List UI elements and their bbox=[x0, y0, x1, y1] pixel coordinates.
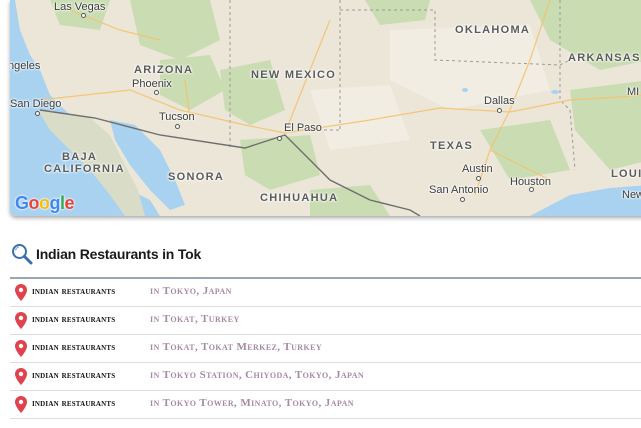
region-label-arizona: ARIZONA bbox=[134, 64, 194, 76]
result-location: in Tokyo, Japan bbox=[150, 285, 232, 297]
map-pin-icon bbox=[15, 312, 27, 329]
result-location: in Tokyo Station, Chiyoda, Tokyo, Japan bbox=[150, 369, 365, 381]
result-location: in Tokat, Tokat Merkez, Turkey bbox=[150, 341, 323, 353]
result-location: in Tokyo Tower, Minato, Tokyo, Japan bbox=[150, 397, 354, 409]
result-name: Indian Restaurants bbox=[32, 286, 116, 297]
search-bar[interactable]: Indian Restaurants in Tok bbox=[10, 240, 641, 270]
result-item[interactable]: Indian Restaurants in Tokyo, Japan bbox=[10, 279, 641, 307]
map-view[interactable]: Las Vegas ngeles San Diego Phoenix Tucso… bbox=[10, 0, 641, 216]
city-label-san-diego: San Diego bbox=[10, 98, 62, 110]
city-dot-tucson bbox=[175, 124, 180, 129]
search-icon[interactable] bbox=[10, 242, 34, 266]
city-dot-san-diego bbox=[35, 111, 40, 116]
result-location: in Tokat, Turkey bbox=[150, 313, 240, 325]
city-label-el-paso: El Paso bbox=[284, 122, 322, 134]
result-name: Indian Restaurants bbox=[32, 370, 116, 381]
region-label-louisiana: LOUISIAN bbox=[611, 168, 641, 180]
city-label-phoenix: Phoenix bbox=[132, 78, 172, 90]
map-pin-icon bbox=[15, 284, 27, 301]
city-label-houston: Houston bbox=[510, 176, 551, 188]
result-item[interactable]: Indian Restaurants in Tokyo Tower, Minat… bbox=[10, 391, 641, 419]
city-label-san-antonio: San Antonio bbox=[429, 184, 489, 196]
result-name: Indian Restaurants bbox=[32, 314, 116, 325]
result-item[interactable]: Indian Restaurants in Tokat, Tokat Merke… bbox=[10, 335, 641, 363]
region-label-baja: BAJA bbox=[62, 151, 98, 163]
map-pin-icon bbox=[15, 396, 27, 413]
city-dot-san-antonio bbox=[460, 197, 465, 202]
city-label-mi: MI bbox=[627, 86, 640, 98]
city-label-tucson: Tucson bbox=[159, 111, 195, 123]
city-label-new-orleans: New bbox=[622, 189, 641, 201]
city-label-dallas: Dallas bbox=[484, 95, 515, 107]
map-pin-icon bbox=[15, 340, 27, 357]
result-name: Indian Restaurants bbox=[32, 342, 116, 353]
city-label-austin: Austin bbox=[462, 163, 493, 175]
city-dot-el-paso bbox=[277, 136, 282, 141]
city-label-los-angeles: ngeles bbox=[10, 60, 41, 72]
region-label-texas: TEXAS bbox=[430, 140, 474, 152]
region-label-arkansas: ARKANSAS bbox=[568, 52, 641, 64]
search-input[interactable]: Indian Restaurants in Tok bbox=[36, 246, 201, 262]
map-pin-icon bbox=[15, 368, 27, 385]
result-name: Indian Restaurants bbox=[32, 398, 116, 409]
city-dot-phoenix bbox=[154, 90, 159, 95]
google-logo[interactable]: Google bbox=[15, 193, 75, 214]
result-item[interactable]: Indian Restaurants in Tokyo Station, Chi… bbox=[10, 363, 641, 391]
region-label-new-mexico: NEW MEXICO bbox=[251, 69, 337, 81]
autocomplete-results: Indian Restaurants in Tokyo, Japan India… bbox=[10, 279, 641, 419]
city-dot-austin bbox=[476, 176, 481, 181]
city-dot-las-vegas bbox=[81, 13, 86, 18]
region-label-california: CALIFORNIA bbox=[44, 163, 125, 175]
region-label-chihuahua: CHIHUAHUA bbox=[260, 192, 339, 204]
city-dot-dallas bbox=[497, 108, 502, 113]
city-label-las-vegas: Las Vegas bbox=[54, 1, 106, 13]
region-label-oklahoma: OKLAHOMA bbox=[455, 24, 531, 36]
result-item[interactable]: Indian Restaurants in Tokat, Turkey bbox=[10, 307, 641, 335]
region-label-sonora: SONORA bbox=[168, 171, 225, 183]
